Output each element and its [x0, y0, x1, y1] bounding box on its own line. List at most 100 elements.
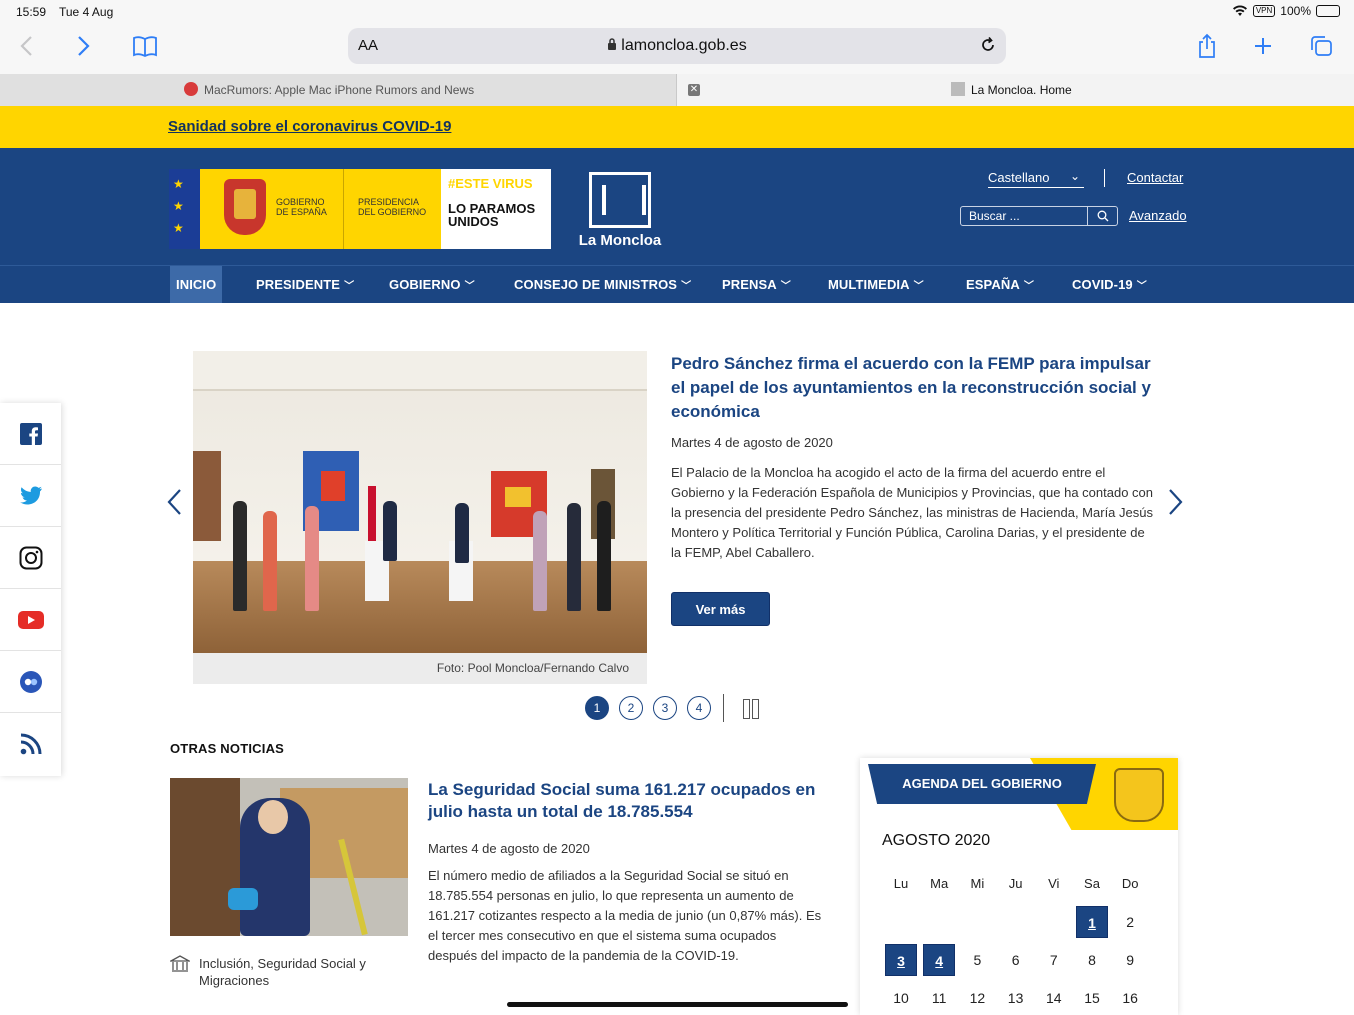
rss-icon — [20, 733, 41, 755]
carousel-prev-button[interactable] — [166, 488, 182, 521]
advanced-search-link[interactable]: Avanzado — [1129, 208, 1187, 223]
chevron-left-icon — [167, 489, 181, 515]
calendar-day[interactable]: 3 — [885, 944, 917, 976]
other-news-title: OTRAS NOTICIAS — [170, 741, 285, 756]
calendar-day[interactable]: 6 — [1000, 944, 1032, 976]
eu-flag-icon: ★ ★ ★ — [169, 169, 200, 249]
ministry-name: Inclusión, Seguridad Social y Migracione… — [199, 956, 366, 988]
weekday-label: Vi — [1048, 876, 1060, 891]
coat-of-arms-icon — [224, 179, 266, 235]
calendar-day[interactable]: 16 — [1114, 982, 1146, 1014]
calendar-day[interactable]: 8 — [1076, 944, 1108, 976]
language-select[interactable]: Castellano ⌄ — [988, 169, 1084, 188]
contact-link[interactable]: Contactar — [1127, 170, 1183, 185]
calendar-day[interactable]: 14 — [1038, 982, 1070, 1014]
read-more-button[interactable]: Ver más — [671, 592, 770, 626]
calendar-day[interactable]: 1 — [1076, 906, 1108, 938]
nav-espana[interactable]: ESPAÑA ﹀ — [966, 266, 1034, 303]
tab-macrumors[interactable]: MacRumors: Apple Mac iPhone Rumors and N… — [0, 74, 677, 106]
weekday-label: Lu — [893, 876, 909, 891]
calendar-day[interactable]: 15 — [1076, 982, 1108, 1014]
campaign-line-1: #ESTE VIRUS — [448, 176, 533, 191]
address-bar[interactable]: AA lamoncloa.gob.es — [348, 28, 1006, 64]
featured-headline[interactable]: Pedro Sánchez firma el acuerdo con la FE… — [671, 352, 1161, 424]
instagram-link[interactable] — [0, 527, 61, 589]
battery-percent: 100% — [1280, 4, 1311, 18]
nav-consejo[interactable]: CONSEJO DE MINISTROS ﹀ — [514, 266, 691, 303]
chevron-down-icon: ﹀ — [1023, 281, 1034, 292]
pager-divider — [723, 694, 724, 722]
news-headline[interactable]: La Seguridad Social suma 161.217 ocupado… — [428, 779, 828, 823]
tab-lamoncloa[interactable]: ✕ La Moncloa. Home — [677, 74, 1354, 106]
calendar-day[interactable]: 4 — [923, 944, 956, 976]
chevron-down-icon: ﹀ — [464, 281, 475, 292]
status-date: Tue 4 Aug — [59, 5, 114, 19]
gov-line-2: DE ESPAÑA — [276, 207, 327, 217]
new-tab-icon[interactable] — [1247, 32, 1279, 60]
nav-prensa[interactable]: PRENSA ﹀ — [722, 266, 791, 303]
forward-icon[interactable] — [68, 32, 100, 60]
nav-inicio[interactable]: INICIO — [170, 266, 223, 303]
search-button[interactable] — [1087, 207, 1117, 225]
youtube-icon — [17, 610, 44, 629]
site-header: ★ ★ ★ GOBIERNO DE ESPAÑA PRESIDENCIA DEL… — [0, 148, 1354, 265]
covid-link[interactable]: Sanidad sobre el coronavirus COVID-19 — [168, 118, 451, 135]
header-divider — [1104, 169, 1105, 187]
calendar-day[interactable]: 11 — [923, 982, 955, 1014]
agenda-widget: AGENDA DEL GOBIERNO AGOSTO 2020 Lu Ma Mi Ju… — [860, 758, 1178, 1015]
pager-dot-1[interactable]: 1 — [585, 696, 609, 720]
search-input[interactable]: Buscar ... — [969, 209, 1020, 223]
pause-icon[interactable] — [742, 699, 760, 719]
calendar-day[interactable]: 12 — [961, 982, 993, 1014]
covid-banner: Sanidad sobre el coronavirus COVID-19 — [0, 106, 1354, 148]
nav-multimedia[interactable]: MULTIMEDIA ﹀ — [828, 266, 924, 303]
search-box[interactable]: Buscar ... — [960, 206, 1118, 226]
status-right: VPN 100% — [1232, 4, 1340, 18]
lock-icon — [608, 38, 617, 50]
calendar-day[interactable]: 10 — [885, 982, 917, 1014]
weekday-label: Mi — [970, 876, 985, 891]
search-icon — [1097, 210, 1108, 222]
weekday-label: Ma — [930, 876, 949, 891]
youtube-link[interactable] — [0, 589, 61, 651]
campaign-logo: #ESTE VIRUS LO PARAMOS UNIDOS — [441, 169, 551, 249]
browser-toolbar: AA lamoncloa.gob.es — [0, 24, 1354, 74]
calendar-day[interactable]: 9 — [1114, 944, 1146, 976]
twitter-link[interactable] — [0, 465, 61, 527]
share-icon[interactable] — [1191, 32, 1223, 60]
tabs-overview-icon[interactable] — [1305, 32, 1337, 60]
calendar-day[interactable]: 5 — [961, 944, 993, 976]
status-time: 15:59 — [16, 5, 47, 19]
reload-icon[interactable] — [978, 35, 998, 55]
tab-bar: MacRumors: Apple Mac iPhone Rumors and N… — [0, 74, 1354, 106]
bookmarks-icon[interactable] — [129, 32, 161, 60]
main-nav: INICIO PRESIDENTE ﹀ GOBIERNO ﹀ CONSEJO DE … — [0, 265, 1354, 303]
agenda-title[interactable]: AGENDA DEL GOBIERNO — [868, 776, 1096, 791]
nav-gobierno[interactable]: GOBIERNO ﹀ — [389, 266, 475, 303]
instagram-icon — [19, 546, 42, 569]
pager-dot-2[interactable]: 2 — [619, 696, 643, 720]
pager-dot-3[interactable]: 3 — [653, 696, 677, 720]
featured-summary: El Palacio de la Moncloa ha acogido el a… — [671, 465, 1154, 560]
government-logo[interactable]: ★ ★ ★ GOBIERNO DE ESPAÑA PRESIDENCIA DEL… — [169, 169, 551, 249]
close-tab-icon[interactable]: ✕ — [688, 84, 700, 96]
nav-covid[interactable]: COVID-19 ﹀ — [1072, 266, 1147, 303]
moncloa-logo[interactable]: La Moncloa — [572, 170, 668, 250]
apple-favicon-icon — [184, 82, 198, 96]
carousel-next-button[interactable] — [1168, 488, 1184, 521]
facebook-icon — [19, 422, 42, 445]
calendar-day[interactable]: 7 — [1038, 944, 1070, 976]
news-photo[interactable] — [170, 778, 408, 936]
calendar-day[interactable]: 2 — [1114, 906, 1146, 938]
calendar-day[interactable]: 13 — [1000, 982, 1032, 1014]
pager-dot-4[interactable]: 4 — [687, 696, 711, 720]
flickr-link[interactable] — [0, 651, 61, 713]
featured-photo[interactable] — [193, 351, 647, 653]
nav-presidente[interactable]: PRESIDENTE ﹀ — [256, 266, 354, 303]
url-text: lamoncloa.gob.es — [621, 37, 747, 54]
chevron-right-icon — [1169, 489, 1183, 515]
back-icon[interactable] — [10, 32, 42, 60]
weekday-label: Ju — [1008, 876, 1023, 891]
rss-link[interactable] — [0, 713, 61, 775]
facebook-link[interactable] — [0, 403, 61, 465]
